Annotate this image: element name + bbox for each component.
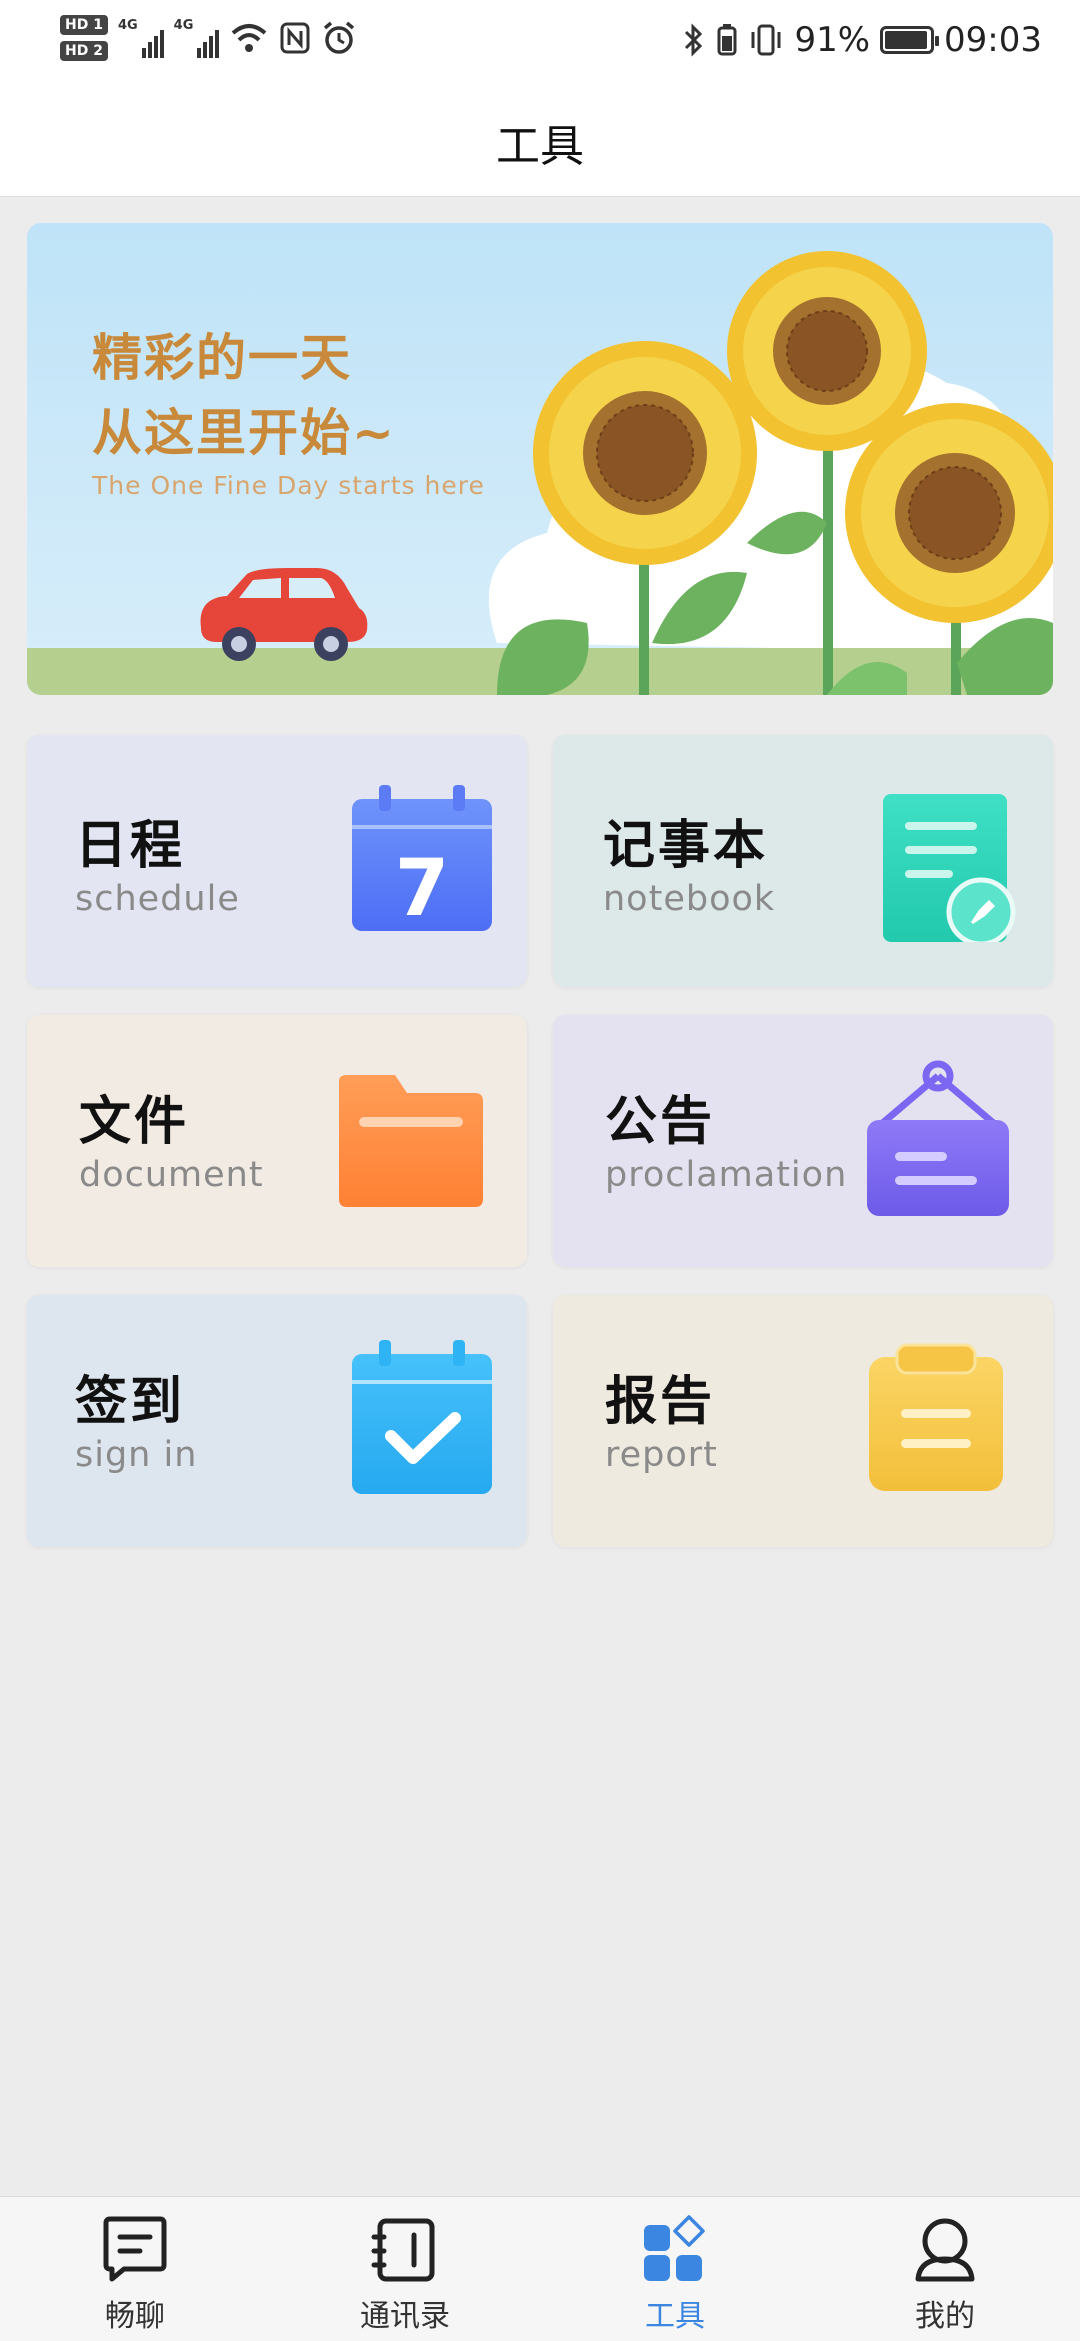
bluetooth-icon	[685, 23, 703, 57]
promo-banner[interactable]: 精彩的一天 从这里开始~ The One Fine Day starts her…	[27, 223, 1053, 695]
nav-item-contacts[interactable]: 通讯录	[270, 2197, 540, 2341]
battery-saver-icon	[717, 24, 737, 56]
nav-item-tools[interactable]: 工具	[540, 2197, 810, 2341]
tile-subtitle: proclamation	[605, 1155, 848, 1195]
notebook-icon	[883, 794, 1016, 942]
bottom-nav: 畅聊 通讯录 工具 我的	[0, 2196, 1080, 2341]
nav-item-profile[interactable]: 我的	[810, 2197, 1080, 2341]
banner-headline-2: 从这里开始~	[92, 404, 396, 462]
tile-subtitle: document	[79, 1155, 264, 1195]
nfc-icon	[280, 22, 310, 54]
banner-headline-1: 精彩的一天	[92, 329, 352, 387]
signal-2-icon: 4G	[174, 18, 220, 58]
tile-title: 记事本	[603, 816, 769, 876]
tile-subtitle: report	[605, 1435, 718, 1475]
clock: 09:03	[944, 20, 1042, 60]
calendar-date-glyph: 7	[395, 844, 449, 934]
tile-proclamation[interactable]: 公告 proclamation	[553, 1015, 1053, 1267]
tile-subtitle: schedule	[75, 879, 240, 919]
net1-label: 4G	[117, 18, 138, 33]
clipboard-icon	[869, 1343, 1003, 1491]
signal-1-icon: 4G	[118, 18, 164, 58]
page-title: 工具	[496, 121, 584, 172]
battery-percent: 91%	[794, 20, 871, 60]
nav-label: 工具	[645, 2299, 705, 2334]
contacts-icon	[371, 2218, 435, 2282]
wifi-icon	[232, 24, 267, 52]
nav-label: 我的	[915, 2299, 975, 2334]
tile-title: 日程	[75, 816, 186, 876]
app-header: 工具	[0, 80, 1080, 197]
tile-title: 报告	[605, 1372, 716, 1432]
tile-subtitle: sign in	[75, 1435, 198, 1475]
tile-report[interactable]: 报告 report	[553, 1295, 1053, 1547]
checkin-calendar-icon	[352, 1340, 492, 1494]
alarm-icon	[324, 21, 355, 54]
calendar-icon: 7	[352, 785, 492, 934]
sim2-badge: HD 2	[60, 41, 108, 61]
tile-title: 文件	[79, 1092, 190, 1152]
announcement-board-icon	[867, 1060, 1009, 1216]
nav-label: 畅聊	[105, 2299, 165, 2334]
nav-item-chat[interactable]: 畅聊	[0, 2197, 270, 2341]
vibrate-icon	[751, 24, 781, 56]
tile-sign-in[interactable]: 签到 sign in	[27, 1295, 527, 1547]
tile-title: 签到	[75, 1372, 186, 1432]
profile-icon	[915, 2218, 975, 2282]
tile-title: 公告	[605, 1092, 716, 1152]
status-left: HD 1 HD 2 4G 4G	[60, 10, 357, 66]
folder-icon	[339, 1075, 483, 1207]
tile-document[interactable]: 文件 document	[27, 1015, 527, 1267]
net2-label: 4G	[173, 18, 194, 33]
tile-notebook[interactable]: 记事本 notebook	[553, 735, 1053, 987]
status-bar: HD 1 HD 2 4G 4G 91% 09:03	[0, 0, 1080, 80]
sim1-badge: HD 1	[60, 15, 108, 35]
nav-label: 通讯录	[360, 2299, 450, 2334]
battery-icon	[880, 26, 940, 54]
status-right: 91% 09:03	[682, 10, 1042, 70]
sim-indicators: HD 1 HD 2	[60, 15, 108, 61]
tile-schedule[interactable]: 日程 schedule 7	[27, 735, 527, 987]
tools-icon	[644, 2215, 705, 2281]
tile-subtitle: notebook	[603, 879, 776, 919]
banner-tagline: The One Fine Day starts here	[92, 471, 485, 500]
chat-icon	[103, 2216, 167, 2282]
